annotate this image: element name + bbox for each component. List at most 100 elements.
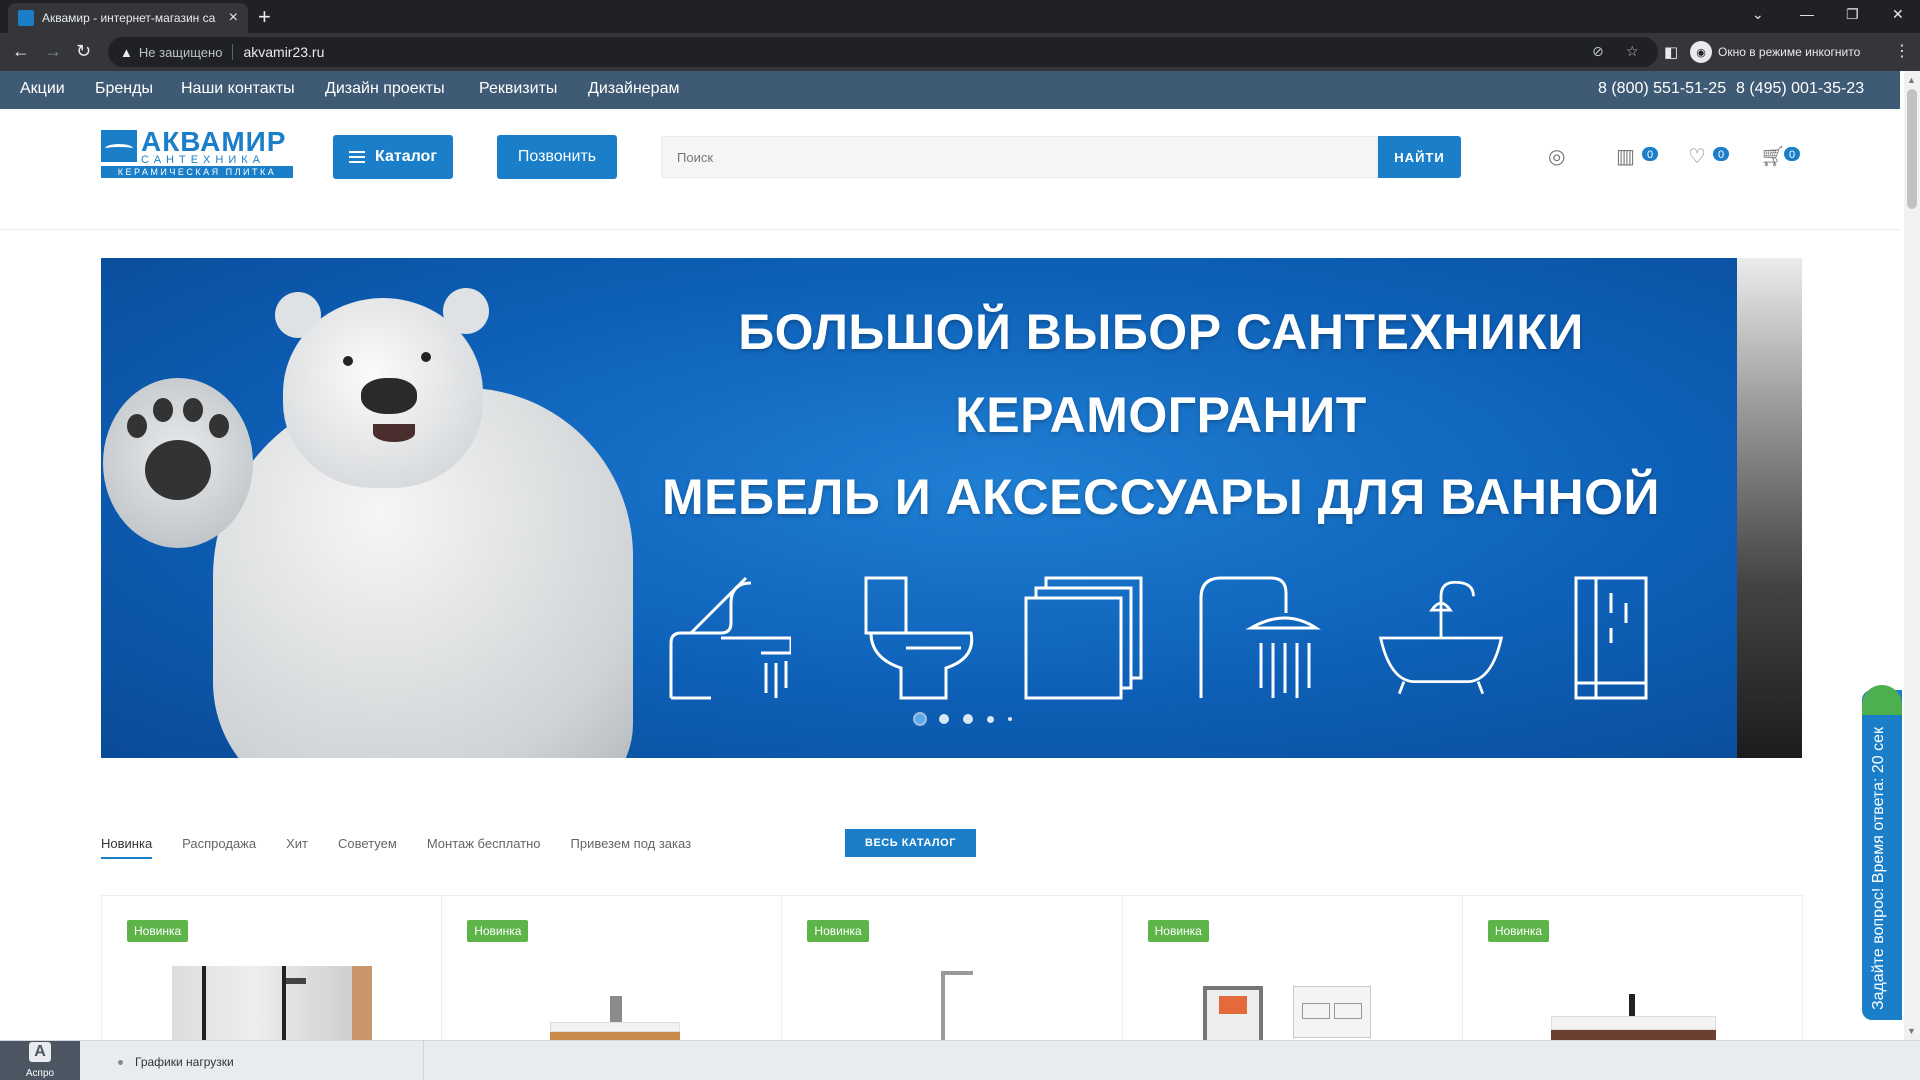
banner-dot[interactable] bbox=[963, 714, 973, 724]
product-card[interactable]: Новинка bbox=[442, 896, 783, 1041]
tab-close-icon[interactable]: × bbox=[229, 9, 238, 27]
banner-headline-2: КЕРАМОГРАНИТ bbox=[955, 387, 1367, 443]
site-logo[interactable]: АКВАМИР САНТЕХНИКА КЕРАМИЧЕСКАЯ ПЛИТКА bbox=[101, 126, 293, 178]
logo-subtitle: САНТЕХНИКА bbox=[141, 154, 265, 166]
banner-dot[interactable] bbox=[915, 714, 925, 724]
incognito-icon: ◉ bbox=[1690, 41, 1712, 63]
product-image[interactable] bbox=[937, 971, 977, 1041]
nav-link-promotions[interactable]: Акции bbox=[20, 80, 65, 98]
logo-wave-icon bbox=[101, 130, 137, 162]
shower-cabin-icon bbox=[1574, 576, 1648, 700]
site-top-nav: Акции Бренды Наши контакты Дизайн проект… bbox=[0, 71, 1900, 109]
bullet-icon bbox=[118, 1059, 123, 1065]
scroll-thumb[interactable] bbox=[1907, 89, 1917, 209]
tab-new[interactable]: Новинка bbox=[101, 836, 153, 859]
product-card[interactable]: Новинка bbox=[782, 896, 1123, 1041]
tab-hit[interactable]: Хит bbox=[286, 836, 308, 859]
close-window-icon[interactable]: ✕ bbox=[1892, 6, 1904, 23]
ask-question-label: Задайте вопрос! Время ответа: 20 сек bbox=[1870, 726, 1887, 1010]
shower-icon bbox=[1199, 576, 1321, 698]
load-graphs-item[interactable]: Графики нагрузки bbox=[118, 1055, 234, 1069]
nav-link-brands[interactable]: Бренды bbox=[95, 80, 153, 98]
catalog-label: Каталог bbox=[375, 148, 437, 165]
site-favicon-icon bbox=[18, 10, 34, 26]
tab-recommended[interactable]: Советуем bbox=[338, 836, 397, 859]
tab-on-order[interactable]: Привезем под заказ bbox=[571, 836, 692, 859]
user-account-icon[interactable]: ◎ bbox=[1548, 144, 1565, 169]
new-badge: Новинка bbox=[1487, 920, 1550, 942]
banner-pagination bbox=[915, 714, 1012, 724]
eye-off-icon[interactable]: ⊘ bbox=[1592, 43, 1604, 60]
search-button[interactable]: НАЙТИ bbox=[1378, 136, 1461, 178]
incognito-indicator[interactable]: ◉ Окно в режиме инкогнито bbox=[1690, 41, 1860, 63]
toilet-icon bbox=[864, 576, 974, 700]
tab-free-installation[interactable]: Монтаж бесплатно bbox=[427, 836, 541, 859]
load-graphs-label: Графики нагрузки bbox=[135, 1055, 234, 1069]
aspro-logo-icon: A bbox=[29, 1042, 51, 1062]
favorites-icon[interactable]: ♡ bbox=[1688, 144, 1706, 169]
warning-icon[interactable]: ▲ bbox=[120, 45, 133, 60]
admin-bottom-panel: A Аспро Графики нагрузки bbox=[0, 1040, 1920, 1080]
panel-divider bbox=[423, 1041, 424, 1080]
new-badge: Новинка bbox=[807, 920, 869, 942]
new-tab-button[interactable]: + bbox=[258, 4, 271, 30]
polar-bear-image bbox=[103, 278, 663, 758]
side-panel-icon[interactable]: ◧ bbox=[1664, 43, 1678, 61]
logo-tagline: КЕРАМИЧЕСКАЯ ПЛИТКА bbox=[101, 166, 293, 178]
next-banner-preview[interactable] bbox=[1737, 258, 1802, 758]
page-scrollbar[interactable]: ▲ ▼ bbox=[1904, 71, 1920, 1040]
back-icon[interactable]: ← bbox=[12, 41, 30, 62]
tab-sale[interactable]: Распродажа bbox=[182, 836, 256, 859]
nav-link-design-projects[interactable]: Дизайн проекты bbox=[325, 80, 445, 98]
tab-title: Аквамир - интернет-магазин са bbox=[42, 11, 216, 25]
address-bar[interactable]: ▲ Не защищено akvamir23.ru ⊘ ☆ bbox=[108, 37, 1658, 67]
hero-banner[interactable]: БОЛЬШОЙ ВЫБОР САНТЕХНИКИ КЕРАМОГРАНИТ МЕ… bbox=[101, 258, 1737, 758]
scroll-down-icon[interactable]: ▼ bbox=[1907, 1026, 1916, 1036]
ask-question-widget[interactable]: Задайте вопрос! Время ответа: 20 сек bbox=[1862, 685, 1902, 1020]
nav-link-contacts[interactable]: Наши контакты bbox=[181, 80, 295, 98]
tab-search-icon[interactable]: ⌄ bbox=[1752, 6, 1764, 23]
browser-tab[interactable]: Аквамир - интернет-магазин са × bbox=[8, 3, 248, 33]
security-label[interactable]: Не защищено bbox=[139, 45, 223, 60]
product-image[interactable] bbox=[550, 996, 681, 1041]
cart-icon[interactable]: 🛒︎ bbox=[1760, 144, 1785, 169]
minimize-icon[interactable]: — bbox=[1800, 6, 1814, 22]
nav-link-designers[interactable]: Дизайнерам bbox=[588, 80, 679, 98]
phone-2[interactable]: 8 (495) 001-35-23 bbox=[1736, 80, 1864, 98]
star-icon[interactable]: ☆ bbox=[1626, 43, 1639, 60]
forward-icon[interactable]: → bbox=[44, 41, 62, 62]
restore-icon[interactable]: ❐ bbox=[1846, 6, 1859, 23]
aspro-button[interactable]: A Аспро bbox=[0, 1041, 80, 1080]
nav-link-requisites[interactable]: Реквизиты bbox=[479, 80, 557, 98]
all-catalog-button[interactable]: ВЕСЬ КАТАЛОГ bbox=[845, 829, 976, 857]
header-divider bbox=[0, 229, 1900, 230]
product-card[interactable]: Новинка bbox=[1463, 896, 1802, 1041]
browser-menu-icon[interactable]: ⋮ bbox=[1894, 41, 1910, 61]
browser-tab-bar: Аквамир - интернет-магазин са × + ⌄ — ❐ … bbox=[0, 0, 1920, 33]
new-badge: Новинка bbox=[127, 920, 189, 942]
search-input[interactable] bbox=[661, 136, 1378, 178]
product-image[interactable] bbox=[1202, 986, 1378, 1041]
product-card[interactable]: Новинка bbox=[102, 896, 443, 1041]
incognito-label: Окно в режиме инкогнито bbox=[1718, 45, 1861, 59]
aspro-label: Аспро bbox=[25, 1068, 55, 1079]
cart-count-badge: 0 bbox=[1783, 146, 1801, 162]
product-image[interactable] bbox=[1550, 994, 1716, 1041]
call-button[interactable]: Позвонить bbox=[497, 135, 617, 179]
address-url[interactable]: akvamir23.ru bbox=[243, 44, 324, 60]
banner-dot[interactable] bbox=[987, 715, 994, 723]
scroll-up-icon[interactable]: ▲ bbox=[1907, 75, 1916, 85]
product-card[interactable]: Новинка bbox=[1123, 896, 1463, 1041]
compare-icon[interactable]: ▥ bbox=[1616, 144, 1635, 169]
favorites-count-badge: 0 bbox=[1712, 146, 1730, 162]
faucet-icon bbox=[669, 576, 791, 700]
banner-headline-1: БОЛЬШОЙ ВЫБОР САНТЕХНИКИ bbox=[738, 304, 1584, 360]
product-image[interactable] bbox=[172, 966, 372, 1041]
banner-dot[interactable] bbox=[939, 714, 949, 724]
address-separator bbox=[232, 44, 234, 60]
reload-icon[interactable]: ↻ bbox=[76, 41, 91, 62]
banner-dot[interactable] bbox=[1008, 717, 1012, 721]
catalog-button[interactable]: Каталог bbox=[333, 135, 453, 179]
phone-1[interactable]: 8 (800) 551-51-25 bbox=[1598, 80, 1726, 98]
compare-count-badge: 0 bbox=[1641, 146, 1659, 162]
